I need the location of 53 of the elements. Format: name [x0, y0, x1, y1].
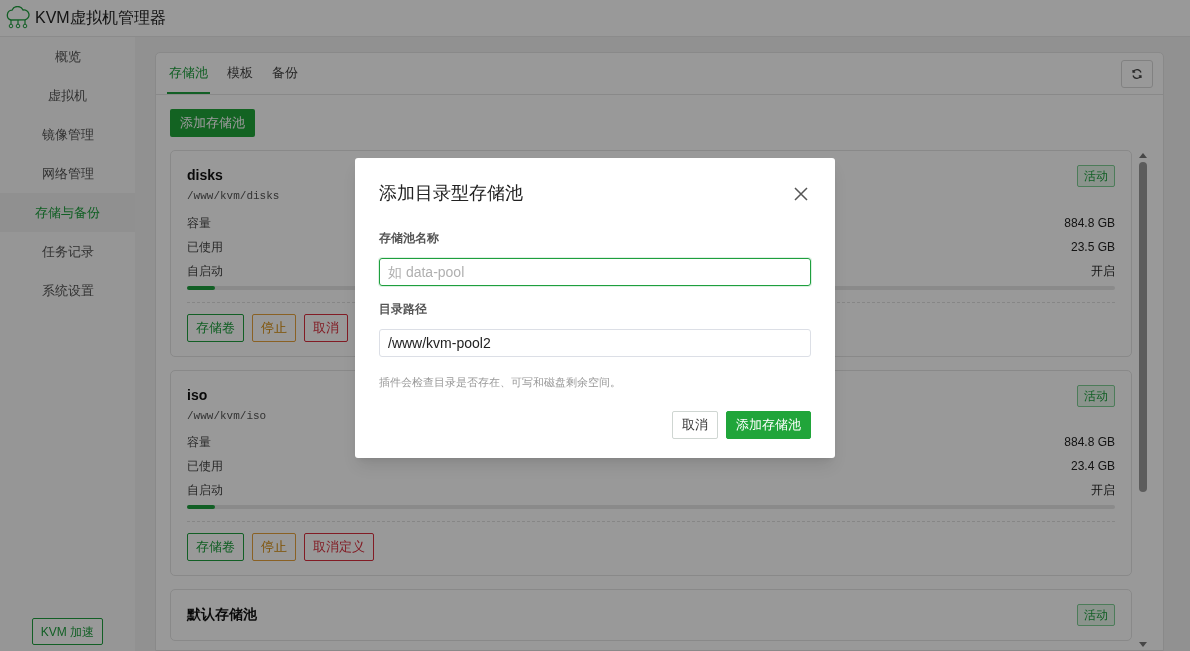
refresh-icon [1131, 68, 1143, 80]
tab[interactable]: 存储池 [167, 53, 210, 94]
dialog-button[interactable]: 取消 [672, 410, 718, 439]
refresh-button[interactable] [1121, 60, 1153, 88]
pool-action-button[interactable]: 停止 [252, 533, 296, 561]
stat-label: 容量 [187, 214, 211, 232]
cloud-logo-icon [5, 6, 31, 30]
field-label: 存储池名称 [379, 230, 440, 247]
text-input-field[interactable]: 如 data-pool [379, 258, 811, 286]
stat-value: 884.8 GB [1064, 214, 1115, 232]
pool-action-button[interactable]: 停止 [252, 313, 296, 342]
add-pool-button[interactable]: 添加存储池 [170, 109, 255, 137]
sidebar-item[interactable]: 存储与备份 [0, 193, 135, 232]
pool-path: /www/kvm/iso [187, 408, 267, 424]
stat-value: 884.8 GB [1064, 434, 1115, 451]
dialog-title: 添加目录型存储池 [379, 182, 523, 205]
app-title: KVM虚拟机管理器 [35, 8, 166, 28]
dialog-button[interactable]: 添加存储池 [726, 410, 811, 439]
pool-name: iso [187, 385, 208, 405]
stat-label: 已使用 [187, 458, 223, 475]
scroll-down-arrow-icon[interactable] [1139, 642, 1147, 648]
sidebar-item[interactable]: 任务记录 [0, 232, 135, 271]
tab[interactable]: 模板 [225, 53, 255, 94]
pool-action-button[interactable]: 存储卷 [187, 533, 244, 561]
stat-label: 自启动 [187, 262, 223, 280]
close-icon[interactable] [794, 186, 808, 201]
pool-path: /www/kvm/disks [187, 189, 280, 204]
dialog-hint: 插件会检查目录是否存在、可写和磁盘剩余空间。 [379, 375, 622, 390]
sidebar-item[interactable]: 概览 [0, 37, 135, 76]
pool-name: 默认存储池 [187, 605, 257, 624]
tab[interactable]: 备份 [270, 53, 300, 94]
sidebar-item[interactable]: 系统设置 [0, 271, 135, 310]
stat-value: 23.4 GB [1070, 458, 1115, 475]
text-input-field[interactable]: /www/kvm-pool2 [379, 329, 811, 357]
sidebar-item[interactable]: 镜像管理 [0, 115, 135, 154]
status-badge: 活动 [1077, 384, 1115, 407]
status-badge: 活动 [1077, 165, 1115, 187]
stat-value: 开启 [1091, 262, 1115, 280]
pool-action-button[interactable]: 存储卷 [187, 313, 244, 342]
kvm-accelerate-button[interactable]: KVM 加速 [31, 618, 104, 645]
stat-label: 自启动 [187, 482, 223, 499]
stat-label: 已使用 [187, 238, 223, 256]
pool-action-button[interactable]: 取消定义 [304, 533, 374, 561]
field-label: 目录路径 [379, 301, 428, 318]
stat-label: 容量 [187, 434, 211, 451]
sidebar-item[interactable]: 网络管理 [0, 154, 135, 193]
status-badge: 活动 [1077, 604, 1115, 626]
stat-value: 开启 [1091, 482, 1115, 499]
pool-name: disks [187, 166, 223, 185]
scroll-up-arrow-icon[interactable] [1139, 152, 1147, 158]
sidebar-item[interactable]: 虚拟机 [0, 76, 135, 115]
stat-value: 23.5 GB [1070, 238, 1115, 256]
pool-action-button[interactable]: 取消 [304, 313, 348, 342]
